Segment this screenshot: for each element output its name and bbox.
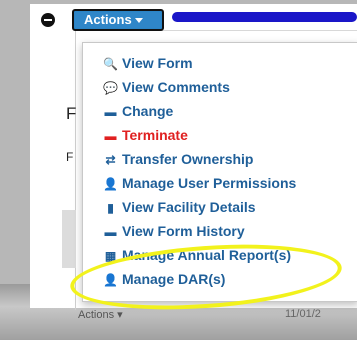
menu-item-label: Transfer Ownership [122,151,254,167]
menu-item-label: Terminate [122,127,188,143]
menu-item-label: View Form [122,55,193,71]
date-partial: 11/01/2 [285,308,321,320]
caret-down-icon [134,18,143,24]
comments-icon: 💬 [103,81,118,95]
menu-item-label: View Form History [122,223,245,239]
label-partial: F [66,150,74,164]
menu-item-label: Manage User Permissions [122,175,297,191]
search-icon: 🔍 [103,57,118,71]
menu-item-label: View Facility Details [122,199,256,215]
file-icon: ▬ [104,105,117,119]
file-history-icon: ▬ [104,225,117,239]
divider [75,30,76,310]
menu-item-manage-user-permissions[interactable]: 👤 Manage User Permissions [103,173,296,193]
menu-item-change[interactable]: ▬ Change [103,101,174,121]
menu-item-label: Change [122,103,174,119]
collapse-icon[interactable] [41,13,55,27]
menu-item-view-facility-details[interactable]: ▮ View Facility Details [103,197,256,217]
menu-item-terminate[interactable]: ▬ Terminate [103,125,188,145]
actions-link-partial[interactable]: Actions ▾ [78,308,123,321]
redaction-mark [172,12,357,22]
heading-partial: F [66,104,77,123]
file-icon: ▬ [104,129,117,143]
transfer-icon: ⇄ [105,153,116,167]
actions-button[interactable]: Actions [72,9,164,31]
table-cell-partial [62,210,76,268]
actions-label: Actions [84,12,132,27]
menu-item-view-form-history[interactable]: ▬ View Form History [103,221,245,241]
menu-item-view-form[interactable]: 🔍 View Form [103,53,193,73]
user-add-icon: 👤 [103,177,118,191]
menu-item-view-comments[interactable]: 💬 View Comments [103,77,230,97]
menu-item-transfer-ownership[interactable]: ⇄ Transfer Ownership [103,149,253,169]
menu-item-label: View Comments [122,79,230,95]
book-icon: ▮ [107,201,114,215]
